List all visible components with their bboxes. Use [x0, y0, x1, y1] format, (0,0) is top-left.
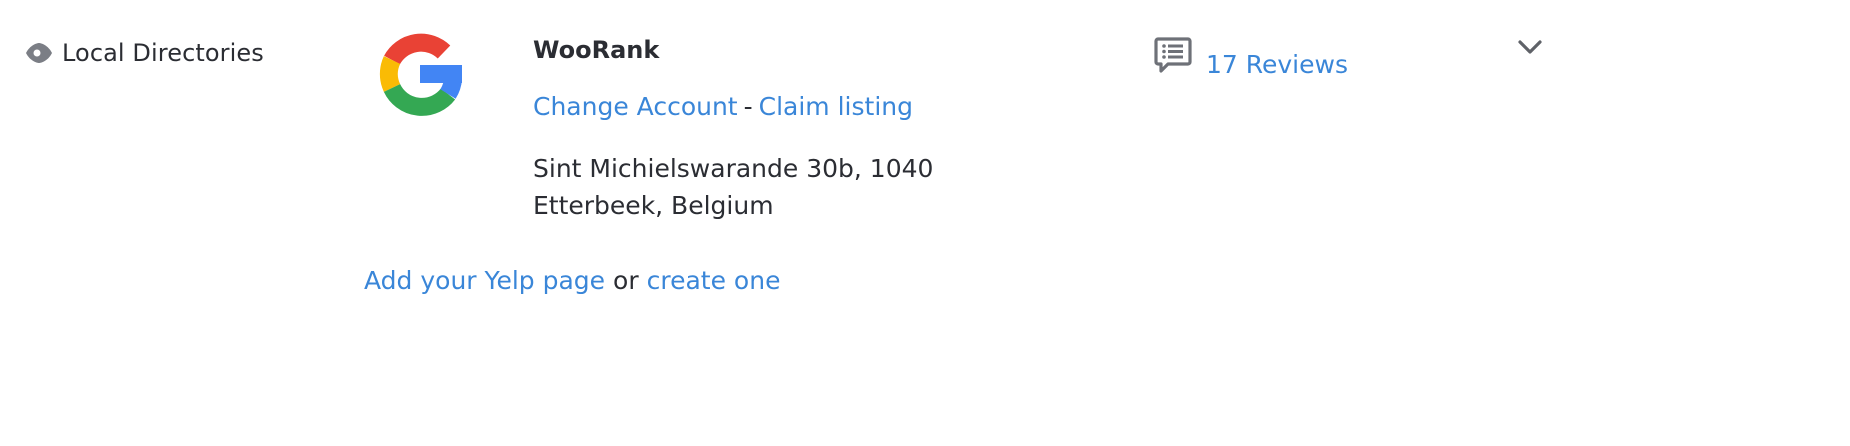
create-yelp-page-link[interactable]: create one	[647, 266, 781, 295]
business-name: WooRank	[533, 36, 660, 64]
eye-icon	[24, 41, 54, 65]
link-separator: -	[743, 92, 753, 121]
or-text: or	[613, 266, 639, 295]
section-title: Local Directories	[62, 39, 264, 67]
account-links: Change Account - Claim listing	[533, 92, 913, 121]
section-header: Local Directories	[24, 36, 264, 70]
business-address: Sint Michielswarande 30b, 1040 Etterbeek…	[533, 154, 934, 220]
reviews-link[interactable]: 17 Reviews	[1206, 50, 1348, 79]
claim-listing-link[interactable]: Claim listing	[759, 92, 913, 121]
reviews-block: 17 Reviews	[1154, 36, 1348, 79]
chevron-down-icon[interactable]	[1516, 36, 1544, 60]
add-yelp-page-link[interactable]: Add your Yelp page	[364, 266, 605, 295]
google-logo-icon	[378, 32, 463, 116]
change-account-link[interactable]: Change Account	[533, 92, 738, 121]
comment-list-icon	[1154, 36, 1192, 74]
yelp-prompt: Add your Yelp page or create one	[364, 266, 780, 295]
